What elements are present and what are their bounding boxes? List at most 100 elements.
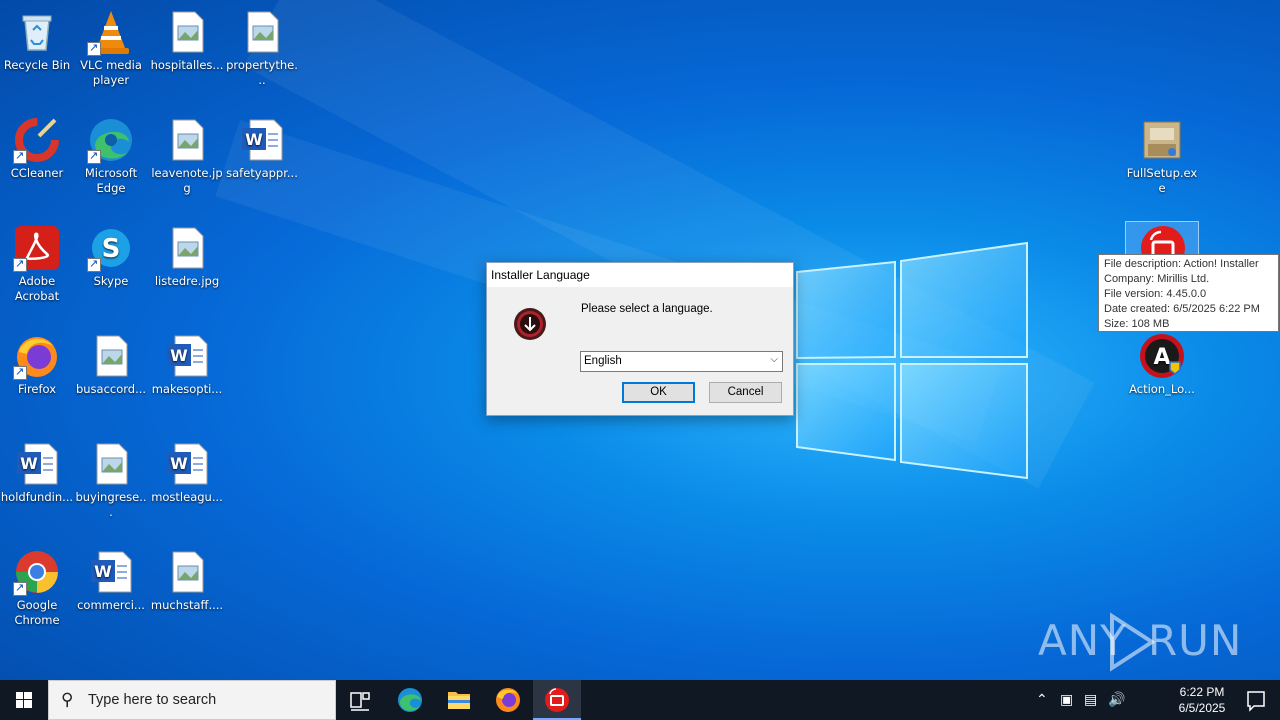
image-file-icon (87, 440, 135, 488)
tooltip-version: File version: 4.45.0.0 (1104, 288, 1207, 300)
desktop-icon-muchstaff[interactable]: muchstaff.... (150, 548, 224, 613)
desktop-icon-buyingrese[interactable]: buyingrese... (74, 440, 148, 520)
svg-text:A: A (1153, 345, 1170, 370)
icon-label: commerci... (77, 598, 145, 612)
taskbar: ⚲ Type here to search ⌃ ▣ ▤ 🔊 6:22 PM 6/… (0, 680, 1280, 720)
shortcut-arrow-icon (13, 364, 27, 380)
icon-label: CCleaner (10, 166, 64, 180)
icon-label: Adobe Acrobat (14, 274, 60, 303)
language-select-value: English (584, 355, 622, 367)
anyrun-watermark: ANY RUN (1038, 612, 1241, 672)
desktop-icon-fullsetup[interactable]: FullSetup.exe (1125, 116, 1199, 196)
folder-icon (448, 692, 470, 709)
language-select[interactable]: English ⌵ (580, 351, 783, 372)
dialog-prompt: Please select a language. (581, 303, 713, 315)
icon-label: muchstaff.... (150, 598, 224, 612)
desktop-icon-vlc[interactable]: VLC media player (74, 8, 148, 88)
word-document-icon: W (238, 116, 286, 164)
action-installer-icon (545, 688, 569, 712)
search-icon: ⚲ (61, 690, 74, 710)
chevron-down-icon: ⌵ (770, 354, 778, 365)
clock-time: 6:22 PM (1179, 685, 1225, 699)
shortcut-arrow-icon (87, 148, 101, 164)
ok-button[interactable]: OK (622, 382, 695, 403)
installer-language-dialog: Installer Language Please select a langu… (486, 262, 794, 416)
desktop-icon-makesopti[interactable]: W makesopti... (150, 332, 224, 397)
desktop-icon-propertythe[interactable]: propertythe... (225, 8, 299, 88)
edge-icon (87, 116, 135, 164)
desktop-icon-firefox[interactable]: Firefox (0, 332, 74, 397)
recycle-bin-icon (13, 8, 61, 56)
icon-label: Skype (93, 274, 129, 288)
icon-label: listedre.jpg (154, 274, 220, 288)
svg-text:W: W (170, 346, 188, 365)
cancel-button[interactable]: Cancel (709, 382, 782, 403)
icon-label: FullSetup.exe (1126, 166, 1198, 195)
desktop-icon-skype[interactable]: S Skype (74, 224, 148, 289)
icon-label: VLC media player (80, 58, 142, 87)
desktop-icon-commerci[interactable]: W commerci... (74, 548, 148, 613)
icon-label: leavenote.jpg (151, 166, 223, 195)
task-view-button[interactable] (336, 680, 384, 720)
desktop-icon-adobe-acrobat[interactable]: Adobe Acrobat (0, 224, 74, 304)
search-placeholder: Type here to search (88, 692, 217, 708)
device-icon[interactable]: ▣ (1060, 691, 1073, 708)
icon-label: buyingrese... (75, 490, 147, 519)
image-file-icon (163, 8, 211, 56)
svg-text:W: W (170, 454, 188, 473)
desktop-icon-microsoft-edge[interactable]: Microsoft Edge (74, 116, 148, 196)
shortcut-arrow-icon (13, 580, 27, 596)
adobe-acrobat-icon (13, 224, 61, 272)
icon-label: Action_Lo... (1129, 382, 1195, 396)
notification-center-button[interactable] (1232, 680, 1280, 720)
ccleaner-icon (13, 116, 61, 164)
vlc-cone-icon (87, 8, 135, 56)
word-document-icon: W (163, 440, 211, 488)
chevron-up-icon[interactable]: ⌃ (1036, 691, 1048, 708)
icon-label: busaccord... (75, 382, 147, 396)
system-tray: ⌃ ▣ ▤ 🔊 6:22 PM 6/5/2025 (1012, 680, 1232, 720)
icon-label: Firefox (17, 382, 57, 396)
network-icon[interactable]: ▤ (1084, 691, 1097, 708)
start-button[interactable] (0, 680, 48, 720)
skype-icon: S (87, 224, 135, 272)
volume-icon[interactable]: 🔊 (1108, 691, 1125, 708)
desktop-icon-hospitalles[interactable]: hospitalles... (150, 8, 224, 73)
firefox-icon (496, 688, 520, 712)
tooltip-company: Company: Mirillis Ltd. (1104, 273, 1210, 285)
action-logo-icon: A (1138, 332, 1186, 380)
desktop-icon-safetyappr[interactable]: W safetyappr... (225, 116, 299, 181)
word-document-icon: W (87, 548, 135, 596)
taskbar-search-box[interactable]: ⚲ Type here to search (48, 680, 336, 720)
desktop: Recycle Bin CCleaner Adobe Acrobat Firef… (0, 0, 1280, 680)
desktop-icon-action-installer[interactable] (1125, 221, 1199, 270)
desktop-icon-busaccord[interactable]: busaccord... (74, 332, 148, 397)
icon-label: Microsoft Edge (84, 166, 138, 195)
taskbar-edge[interactable] (386, 680, 434, 720)
image-file-icon (163, 116, 211, 164)
desktop-icon-listedre[interactable]: listedre.jpg (150, 224, 224, 289)
desktop-icon-mostleagu[interactable]: W mostleagu... (150, 440, 224, 505)
firefox-icon (13, 332, 61, 380)
installer-download-icon (514, 308, 546, 340)
taskbar-firefox[interactable] (484, 680, 532, 720)
taskbar-action-installer[interactable] (533, 680, 581, 720)
desktop-icon-recycle-bin[interactable]: Recycle Bin (0, 8, 74, 73)
shortcut-arrow-icon (87, 256, 101, 272)
clock-date: 6/5/2025 (1178, 701, 1226, 715)
dialog-title: Installer Language (487, 263, 793, 287)
task-view-icon (350, 692, 370, 711)
desktop-icon-google-chrome[interactable]: Google Chrome (0, 548, 74, 628)
desktop-icon-ccleaner[interactable]: CCleaner (0, 116, 74, 181)
chrome-icon (13, 548, 61, 596)
svg-text:W: W (245, 130, 263, 149)
desktop-icon-action-lo[interactable]: A Action_Lo... (1125, 332, 1199, 397)
taskbar-file-explorer[interactable] (435, 680, 483, 720)
icon-label: makesopti... (151, 382, 223, 396)
desktop-icon-holdfundin[interactable]: W holdfundin... (0, 440, 74, 505)
clock[interactable]: 6:22 PM 6/5/2025 (1172, 684, 1232, 716)
icon-label: holdfundin... (0, 490, 74, 504)
desktop-icon-leavenote[interactable]: leavenote.jpg (150, 116, 224, 196)
icon-label: safetyappr... (226, 166, 298, 180)
svg-text:S: S (102, 234, 121, 264)
